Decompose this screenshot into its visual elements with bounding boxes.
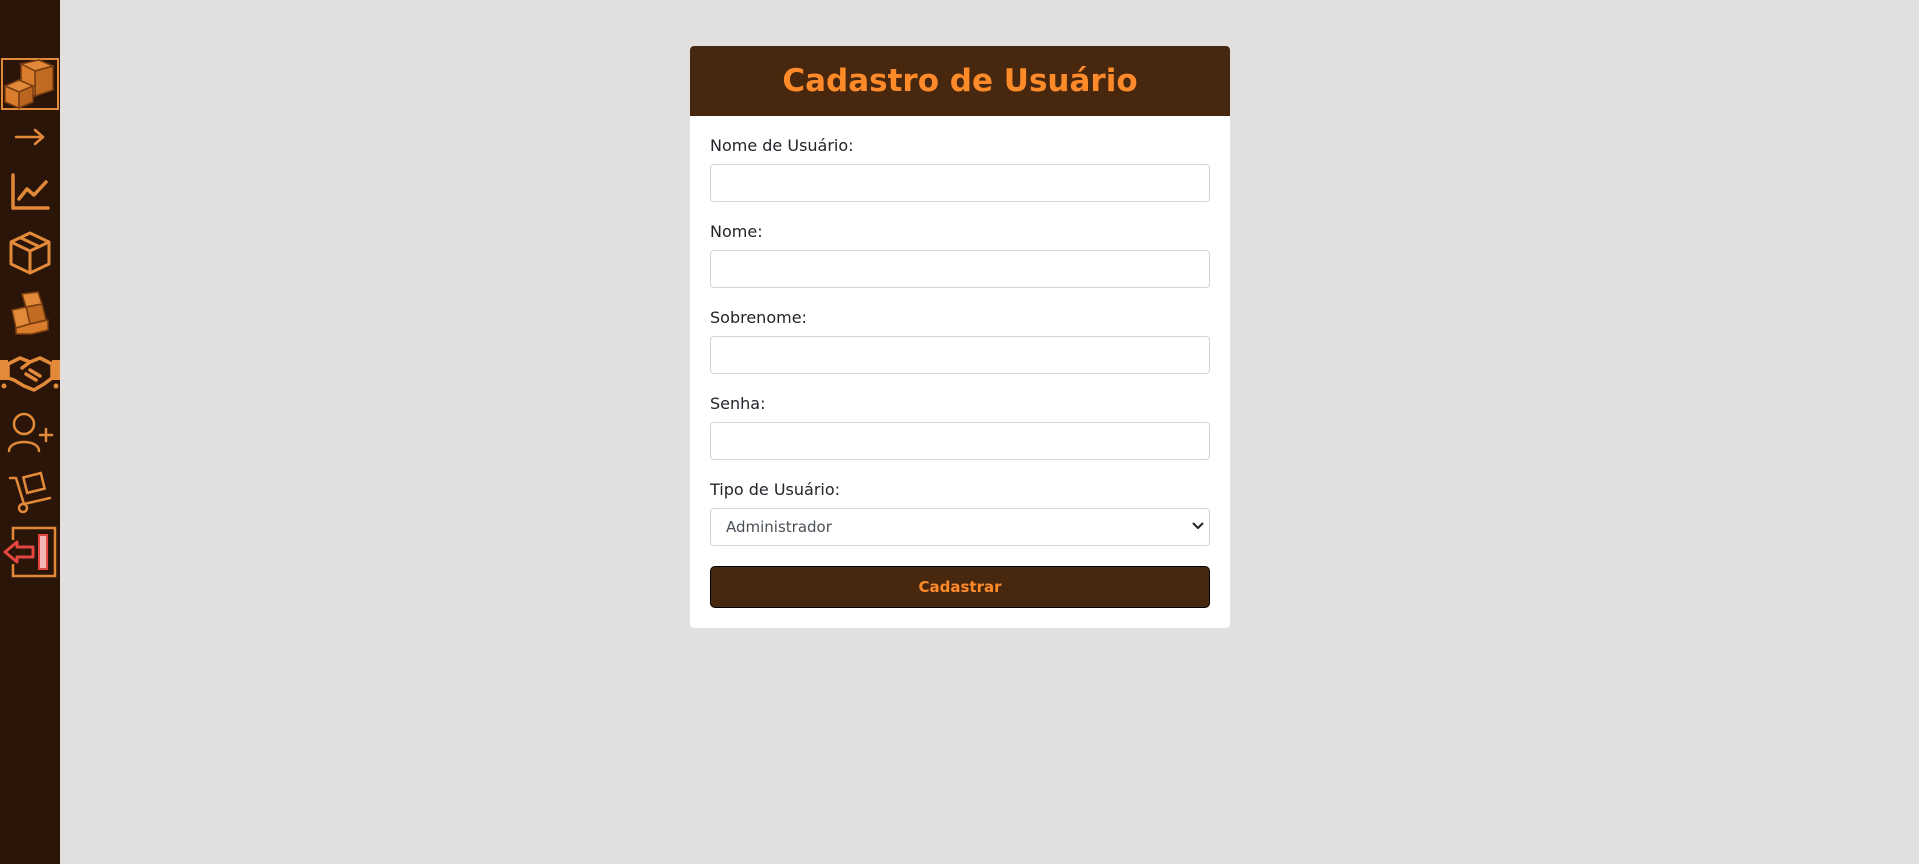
user-type-select[interactable]: Administrador — [710, 508, 1210, 546]
dolly-icon — [8, 471, 52, 514]
sidebar-item-dashboard[interactable] — [0, 172, 60, 212]
handshake-icon — [0, 356, 60, 392]
user-type-label: Tipo de Usuário: — [710, 480, 841, 499]
password-field: Senha: — [710, 394, 1210, 463]
line-chart-icon — [11, 173, 50, 210]
sidebar — [0, 0, 60, 864]
user-plus-icon — [7, 412, 54, 453]
username-label: Nome de Usuário: — [710, 136, 854, 155]
first-name-field: Nome: — [710, 222, 1210, 291]
sidebar-item-logout[interactable] — [0, 526, 60, 578]
register-user-form: Nome de Usuário: Nome: Sobrenome: Senha:… — [690, 116, 1230, 608]
register-button[interactable]: Cadastrar — [710, 566, 1210, 608]
arrow-right-icon — [14, 128, 45, 146]
boxes-icon — [1, 58, 59, 110]
sidebar-item-stock[interactable] — [0, 290, 60, 336]
username-field: Nome de Usuário: — [710, 136, 1210, 205]
sidebar-item-delivery[interactable] — [0, 470, 60, 514]
last-name-field: Sobrenome: — [710, 308, 1210, 377]
first-name-input[interactable] — [710, 250, 1210, 288]
logout-icon — [3, 526, 57, 578]
page-title: Cadastro de Usuário — [782, 63, 1138, 99]
first-name-label: Nome: — [710, 222, 763, 241]
sidebar-item-add-user[interactable] — [0, 410, 60, 454]
box-icon — [9, 231, 51, 275]
sidebar-item-logo[interactable] — [0, 58, 60, 110]
user-type-select-wrap: Administrador — [710, 508, 1210, 546]
sidebar-item-arrow[interactable] — [0, 124, 60, 150]
register-user-card: Cadastro de Usuário Nome de Usuário: Nom… — [690, 46, 1230, 628]
password-input[interactable] — [710, 422, 1210, 460]
last-name-label: Sobrenome: — [710, 308, 807, 327]
password-label: Senha: — [710, 394, 766, 413]
user-type-field: Tipo de Usuário: Administrador — [710, 480, 1210, 549]
sidebar-item-partners[interactable] — [0, 352, 60, 392]
sidebar-item-products[interactable] — [0, 230, 60, 276]
boxes-stack-icon — [11, 291, 49, 335]
card-header: Cadastro de Usuário — [690, 46, 1230, 116]
username-input[interactable] — [710, 164, 1210, 202]
last-name-input[interactable] — [710, 336, 1210, 374]
